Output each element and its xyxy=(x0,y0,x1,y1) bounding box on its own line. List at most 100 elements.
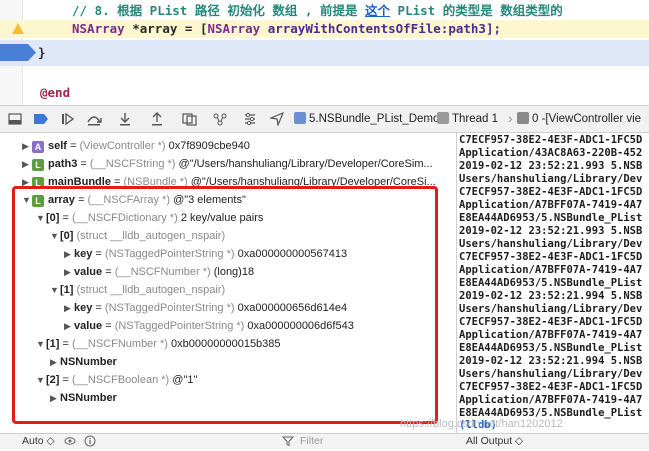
closing-brace: } xyxy=(38,45,46,60)
variable-name: array xyxy=(48,194,75,206)
hide-debug-area-icon[interactable] xyxy=(8,112,22,126)
disclosure-triangle-expanded-icon[interactable]: ▼ xyxy=(22,191,32,209)
console-line: E8EA44AD6953/5.NSBundle_PList xyxy=(459,212,643,224)
warning-icon[interactable] xyxy=(12,23,24,34)
code-line-array[interactable]: NSArray *array = [NSArray arrayWithConte… xyxy=(0,20,649,38)
array-item-0[interactable]: ▼[0] = (__NSCFDictionary *) 2 key/value … xyxy=(36,209,263,227)
breadcrumb-separator: › xyxy=(508,110,513,126)
quick-look-icon[interactable] xyxy=(64,435,76,448)
console-line: E8EA44AD6953/5.NSBundle_PList xyxy=(459,277,643,289)
dict-pair-1[interactable]: ▼[1] (struct __lldb_autogen_nspair) xyxy=(50,281,225,299)
code-line-comment[interactable]: // 8. 根据 PList 路径 初始化 数组 , 前提是 这个 PList … xyxy=(0,2,649,20)
info-icon[interactable] xyxy=(84,435,96,448)
variables-view[interactable]: ▶ Aself = (ViewController *) 0x7f8909cbe9… xyxy=(0,133,456,433)
disclosure-triangle-icon[interactable]: ▶ xyxy=(64,263,74,281)
pair-value-label: value xyxy=(74,266,103,278)
disclosure-triangle-icon[interactable]: ▶ xyxy=(64,317,74,335)
item-index: [0] xyxy=(46,212,60,224)
pair-1-key[interactable]: ▶ key = (NSTaggedPointerString *) 0xa0000… xyxy=(64,299,347,317)
watermark: https://blog.csdn.net/han1202012 xyxy=(400,418,563,430)
breadcrumb-target[interactable]: 5.NSBundle_PList_Demo xyxy=(294,111,439,128)
local-badge-icon: L xyxy=(32,177,44,189)
variable-type: (NSBundle *) xyxy=(123,176,188,188)
variables-scope-popup[interactable]: Auto ◇ xyxy=(22,435,55,448)
breadcrumb-frame[interactable]: 0 -[ViewController vie xyxy=(517,111,641,128)
console-line: C7ECF957-38E2-4E3F-ADC1-1FC5D xyxy=(459,316,643,328)
breakpoints-toggle-icon[interactable] xyxy=(33,112,48,126)
console-output[interactable]: C7ECF957-38E2-4E3F-ADC1-1FC5D Applicatio… xyxy=(457,133,649,433)
pair-value-label: value xyxy=(74,320,103,332)
variable-name: path3 xyxy=(48,158,78,170)
code-editor[interactable]: // 8. 根据 PList 路径 初始化 数组 , 前提是 这个 PList … xyxy=(0,0,649,105)
simulate-location-icon[interactable] xyxy=(268,111,285,128)
array-item-2[interactable]: ▼[2] = (__NSCFBoolean *) @"1" xyxy=(36,371,197,389)
app-target-icon xyxy=(294,112,306,124)
view-hierarchy-icon[interactable] xyxy=(182,112,197,126)
item-index: [1] xyxy=(46,338,60,350)
disclosure-triangle-icon[interactable]: ▶ xyxy=(22,173,32,191)
item-type: (__NSCFDictionary *) xyxy=(72,212,178,224)
console-line: Users/hanshuliang/Library/Dev xyxy=(459,368,643,380)
variable-name: mainBundle xyxy=(48,176,111,188)
array-item-1-child[interactable]: ▶ NSNumber xyxy=(50,353,117,371)
pair-key-value: 0xa000000656d614e4 xyxy=(237,302,348,314)
disclosure-triangle-icon[interactable]: ▶ xyxy=(22,155,32,173)
disclosure-triangle-expanded-icon[interactable]: ▼ xyxy=(50,281,60,299)
pair-0-key[interactable]: ▶ key = (NSTaggedPointerString *) 0xa0000… xyxy=(64,245,347,263)
variable-name: self xyxy=(48,140,67,152)
code-line-brace[interactable]: } xyxy=(0,44,649,62)
disclosure-triangle-expanded-icon[interactable]: ▼ xyxy=(36,335,46,353)
end-keyword: @end xyxy=(40,85,71,100)
variable-type: (__NSCFString *) xyxy=(89,158,176,170)
pair-1-value[interactable]: ▶ value = (NSTaggedPointerString *) 0xa00… xyxy=(64,317,354,335)
console-line: C7ECF957-38E2-4E3F-ADC1-1FC5D xyxy=(459,134,643,146)
step-over-icon[interactable] xyxy=(86,112,102,126)
disclosure-triangle-expanded-icon[interactable]: ▼ xyxy=(50,227,60,245)
array-item-2-child[interactable]: ▶ NSNumber xyxy=(50,389,117,407)
type-token: NSArray xyxy=(72,21,125,36)
variable-row-mainbundle[interactable]: ▶ LmainBundle = (NSBundle *) @"/Users/han… xyxy=(22,173,436,191)
disclosure-triangle-icon[interactable]: ▶ xyxy=(64,299,74,317)
pair-index: [0] xyxy=(60,230,74,242)
disclosure-triangle-icon[interactable]: ▶ xyxy=(50,353,60,371)
pair-key-label: key xyxy=(74,302,93,314)
variables-filter-input[interactable]: Filter xyxy=(300,435,323,448)
variable-value: @"3 elements" xyxy=(173,194,246,206)
pair-key-value: 0xa000000000567413 xyxy=(237,248,348,260)
item-type: (__NSCFNumber *) xyxy=(72,338,168,350)
disclosure-triangle-icon[interactable]: ▶ xyxy=(64,245,74,263)
array-item-1[interactable]: ▼[1] = (__NSCFNumber *) 0xb00000000015b3… xyxy=(36,335,281,353)
pair-value-value: (long)18 xyxy=(213,266,255,278)
pair-0-value[interactable]: ▶ value = (__NSCFNumber *) (long)18 xyxy=(64,263,254,281)
breadcrumb-thread[interactable]: Thread 1 xyxy=(437,111,498,128)
breadcrumb-thread-label: Thread 1 xyxy=(452,113,499,125)
disclosure-triangle-icon[interactable]: ▶ xyxy=(50,389,60,407)
type-token-2: NSArray xyxy=(207,21,261,36)
item-value: @"1" xyxy=(172,374,198,386)
pair-value-type: (__NSCFNumber *) xyxy=(114,266,211,278)
variable-row-path3[interactable]: ▶ Lpath3 = (__NSCFString *) @"/Users/hans… xyxy=(22,155,433,173)
disclosure-triangle-expanded-icon[interactable]: ▼ xyxy=(36,371,46,389)
step-out-icon[interactable] xyxy=(150,112,164,126)
item-value: 2 key/value pairs xyxy=(180,212,264,224)
disclosure-triangle-icon[interactable]: ▶ xyxy=(22,137,32,155)
dict-pair-0[interactable]: ▼[0] (struct __lldb_autogen_nspair) xyxy=(50,227,225,245)
console-line: Users/hanshuliang/Library/Dev xyxy=(459,303,643,315)
code-line-end[interactable]: @end xyxy=(0,84,649,102)
console-line: C7ECF957-38E2-4E3F-ADC1-1FC5D xyxy=(459,381,643,393)
debug-bar: 5.NSBundle_PList_Demo › Thread 1 › 0 -[V… xyxy=(0,105,649,133)
pair-type: (struct __lldb_autogen_nspair) xyxy=(76,284,226,296)
debug-bottom-bar: Auto ◇ Filter All Output ◇ xyxy=(0,433,649,449)
continue-icon[interactable] xyxy=(60,112,75,126)
console-line: 2019-02-12 23:52:21.993 5.NSB xyxy=(459,225,643,237)
console-output-popup[interactable]: All Output ◇ xyxy=(466,435,523,448)
variable-row-self[interactable]: ▶ Aself = (ViewController *) 0x7f8909cbe9… xyxy=(22,137,250,155)
step-into-icon[interactable] xyxy=(118,112,132,126)
disclosure-triangle-expanded-icon[interactable]: ▼ xyxy=(36,209,46,227)
memory-graph-icon[interactable] xyxy=(212,112,227,126)
item-type: (__NSCFBoolean *) xyxy=(72,374,170,386)
variable-row-array[interactable]: ▼ Larray = (__NSCFArray *) @"3 elements" xyxy=(22,191,246,209)
environment-overrides-icon[interactable] xyxy=(243,112,257,126)
console-line: Application/A7BFF07A-7419-4A7 xyxy=(459,199,643,211)
filter-icon xyxy=(281,435,295,448)
